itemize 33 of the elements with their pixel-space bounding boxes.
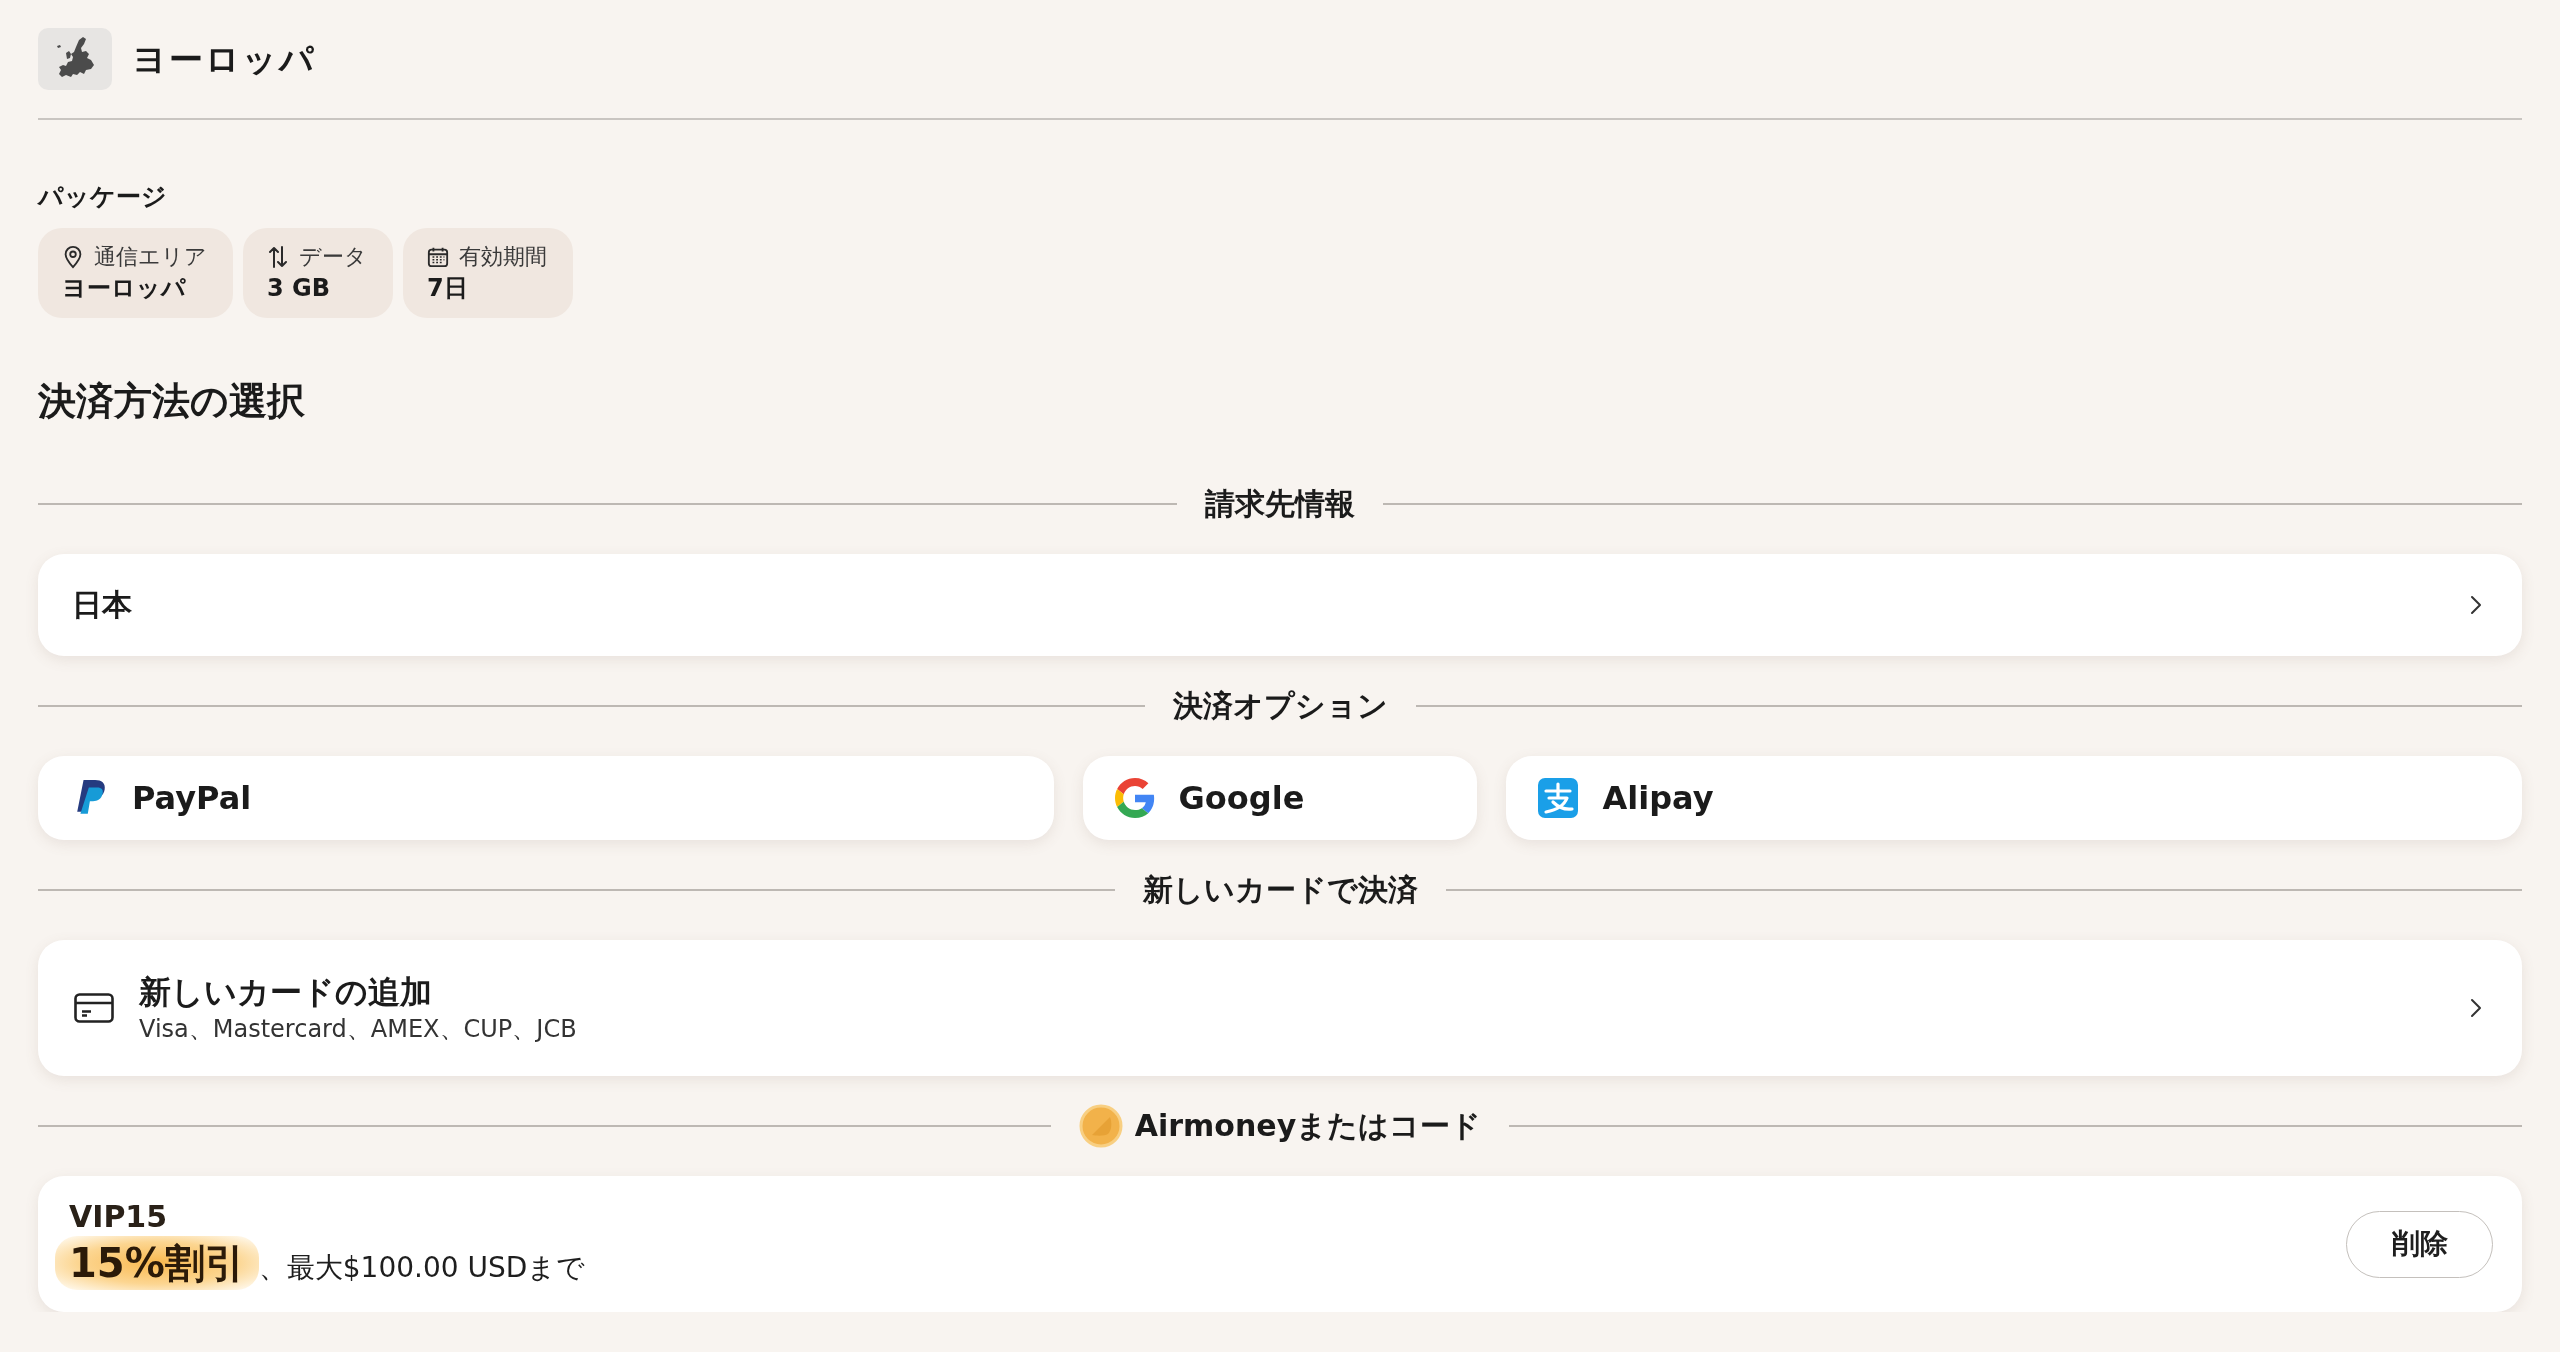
chip-label: 通信エリア	[94, 243, 207, 271]
section-heading: 請求先情報	[1205, 485, 1355, 523]
payment-option-button[interactable]: Google	[1082, 756, 1478, 840]
promo-code-text: VIP15	[69, 1198, 168, 1236]
section-title: 決済方法の選択	[38, 378, 305, 424]
section-heading: 新しいカードで決済	[1142, 871, 1418, 909]
alipay-logo-icon	[1538, 778, 1579, 818]
location-pin-icon	[62, 245, 84, 269]
discount-highlight: 15%割引	[55, 1236, 259, 1290]
payment-option-button[interactable]: Alipay	[1506, 756, 2522, 840]
chip-value: 7日	[427, 273, 468, 304]
payment-option-button[interactable]: PayPal	[38, 756, 1054, 840]
chip-label: データ	[299, 243, 367, 271]
page-title: ヨーロッパ	[132, 38, 316, 81]
chip-label: 有効期間	[459, 243, 547, 271]
coin-icon	[1078, 1104, 1123, 1148]
calendar-icon	[427, 245, 449, 269]
section-heading: Airmoneyまたはコード	[1134, 1107, 1482, 1145]
credit-card-icon	[74, 992, 114, 1024]
google-logo-icon	[1114, 778, 1155, 818]
delete-button[interactable]: 削除	[2346, 1210, 2493, 1278]
chevron-right-icon	[2470, 998, 2482, 1018]
discount-limit-text: 、最大$100.00 USDまで	[258, 1250, 586, 1286]
paypal-logo-icon	[76, 779, 108, 817]
chip-value: ヨーロッパ	[62, 273, 186, 304]
map-icon	[38, 28, 112, 90]
section-heading: 決済オプション	[1172, 687, 1388, 725]
chevron-right-icon	[2470, 595, 2482, 615]
add-card-button[interactable]: 新しいカードの追加 Visa、Mastercard、AMEX、CUP、JCB	[38, 940, 2522, 1076]
billing-country-button[interactable]: 日本	[38, 554, 2522, 656]
section-title: パッケージ	[38, 182, 167, 212]
up-down-arrows-icon	[267, 245, 289, 269]
chip-value: 3 GB	[267, 273, 331, 304]
